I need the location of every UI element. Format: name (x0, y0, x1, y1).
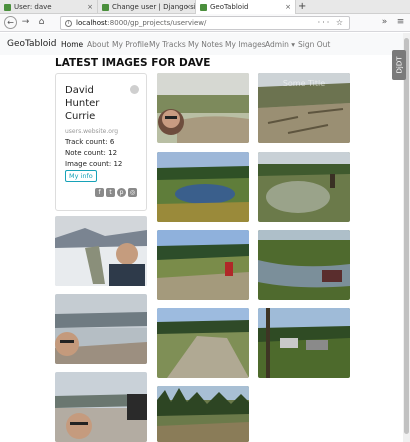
site-info-icon[interactable]: i (65, 19, 72, 27)
nav-home[interactable]: Home (61, 40, 83, 49)
nav-sign-out[interactable]: Sign Out (298, 40, 330, 49)
django-favicon-icon (200, 3, 207, 11)
photo-atv-creek (258, 230, 350, 300)
image-thumb-selfie-truck-gravel[interactable] (55, 372, 147, 442)
image-thumb-forest-clearing-trucks[interactable] (258, 308, 350, 378)
twitter-icon[interactable]: t (106, 188, 115, 197)
nav-my-images[interactable]: My Images (225, 40, 266, 49)
image-thumb-mountain-pond[interactable] (157, 152, 249, 222)
image-count: Image count: 12 (65, 160, 123, 168)
pinterest-icon[interactable]: p (117, 188, 126, 197)
facebook-icon[interactable]: f (95, 188, 104, 197)
nav-my-notes[interactable]: My Notes (188, 40, 223, 49)
photo-selfie-truck-gravel (55, 372, 147, 442)
image-thumb-man-holding-fish[interactable] (55, 216, 147, 286)
home-icon[interactable]: ⌂ (35, 16, 48, 29)
browser-navbar: ← → ⌂ i localhost :8000/gp_projects/user… (0, 14, 410, 32)
browser-tab-user[interactable]: User: dave × (0, 0, 98, 14)
close-tab-icon[interactable]: × (87, 3, 93, 11)
close-tab-icon[interactable]: × (185, 3, 191, 11)
django-favicon-icon (102, 3, 109, 11)
photo-selfie-lake-shore (55, 294, 147, 364)
profile-card: David Hunter Currie users.website.org Tr… (55, 73, 147, 211)
image-watermark: Some Title (282, 79, 326, 88)
image-thumb-logged-slope[interactable]: Some Title (258, 73, 350, 143)
image-thumb-muddy-puddle-trail[interactable] (258, 152, 350, 222)
image-thumb-gravel-pit[interactable] (157, 308, 249, 378)
tab-title: GeoTabloid (210, 3, 249, 11)
image-thumb-clearcut-forest[interactable] (157, 386, 249, 442)
close-tab-icon[interactable]: × (285, 3, 291, 11)
site-navbar: GeoTabloid Home About My Profile My Trac… (0, 33, 410, 55)
overflow-icon[interactable]: » (378, 16, 391, 29)
back-icon[interactable]: ← (4, 16, 17, 29)
photo-forest-clearing-trucks (258, 308, 350, 378)
django-favicon-icon (4, 3, 11, 11)
photo-clearcut-forest (157, 386, 249, 442)
my-info-button[interactable]: My info (65, 170, 97, 182)
note-count: Note count: 12 (65, 149, 118, 157)
nav-about[interactable]: About (87, 40, 109, 49)
profile-website[interactable]: users.website.org (65, 128, 118, 135)
photo-muddy-puddle-trail (258, 152, 350, 222)
browser-tab-django-admin[interactable]: Change user | Django site a × (98, 0, 196, 14)
url-path: :8000/gp_projects/userview/ (107, 19, 207, 27)
photo-gravel-pit (157, 308, 249, 378)
image-thumb-selfie-lake-shore[interactable] (55, 294, 147, 364)
track-count: Track count: 6 (65, 138, 115, 146)
page-title: LATEST IMAGES FOR DAVE (55, 57, 211, 69)
url-host: localhost (76, 19, 108, 27)
debug-toolbar-label: DjDT (395, 56, 404, 74)
scrollbar-thumb[interactable] (404, 38, 409, 434)
site-brand[interactable]: GeoTabloid (7, 39, 56, 49)
image-thumb-atv-meadow[interactable] (157, 230, 249, 300)
tab-title: User: dave (14, 3, 52, 11)
instagram-icon[interactable]: ◎ (128, 188, 137, 197)
profile-name: David Hunter Currie (65, 85, 100, 122)
debug-toolbar-handle[interactable]: DjDT (392, 50, 406, 80)
photo-mountain-pond (157, 152, 249, 222)
new-tab-button[interactable]: + (298, 1, 306, 12)
forward-icon[interactable]: → (19, 16, 32, 29)
photo-atv-meadow (157, 230, 249, 300)
url-bar[interactable]: i localhost :8000/gp_projects/userview/ … (60, 16, 350, 30)
photo-man-holding-fish (55, 216, 147, 286)
image-thumb-atv-creek[interactable] (258, 230, 350, 300)
nav-my-profile[interactable]: My Profile (112, 40, 149, 49)
tab-title: Change user | Django site a (112, 3, 196, 11)
browser-tab-geotabloid[interactable]: GeoTabloid × (196, 0, 296, 14)
bookmark-icon[interactable]: ··· ☆ (318, 18, 345, 27)
nav-my-tracks[interactable]: My Tracks (149, 40, 186, 49)
image-thumb-selfie-riverbank[interactable] (157, 73, 249, 143)
photo-selfie-riverbank (157, 73, 249, 143)
nav-admin-dropdown[interactable]: Admin ▾ (265, 40, 295, 49)
avatar (130, 85, 139, 94)
browser-tab-bar: User: dave × Change user | Django site a… (0, 0, 410, 14)
menu-icon[interactable]: ≡ (394, 16, 407, 29)
